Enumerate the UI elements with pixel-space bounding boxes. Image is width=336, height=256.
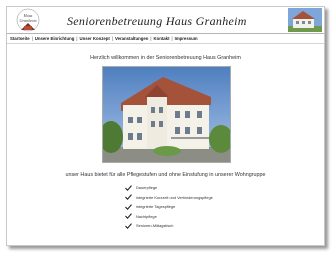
feature-list: Dauerpflege integrierte Kurzzeit und Ver…: [125, 183, 213, 231]
checkmark-icon: [125, 184, 132, 191]
page-frame: Haus Granheim Seniorenbetreuung Haus Gra…: [6, 6, 325, 246]
site-title: Seniorenbetreuung Haus Granheim: [67, 14, 247, 28]
feature-label: Dauerpflege: [136, 185, 158, 191]
nav-item-startseite[interactable]: Startseite: [10, 36, 30, 41]
list-item: integrierte Tagespflege: [125, 202, 213, 212]
feature-label: integrierte Kurzzeit und Verhinderungspf…: [136, 194, 213, 200]
svg-text:Granheim: Granheim: [20, 18, 37, 23]
list-item: Nachtpflege: [125, 212, 213, 222]
site-header: Haus Granheim Seniorenbetreuung Haus Gra…: [7, 7, 324, 34]
checkmark-icon: [125, 194, 132, 201]
haus-granheim-logo[interactable]: Haus Granheim: [11, 8, 45, 32]
list-item: integrierte Kurzzeit und Verhinderungspf…: [125, 193, 213, 203]
feature-label: Nachtpflege: [136, 213, 157, 219]
main-navigation: Startseite | Unsere Einrichtung | Unser …: [7, 34, 324, 44]
welcome-text: Herzlich willkommen in der Seniorenbetre…: [90, 55, 241, 61]
tagline-text: unser Haus bietet für alle Pflegestufen …: [65, 172, 266, 178]
house-thumbnail-image: [288, 8, 322, 32]
nav-item-veranstaltungen[interactable]: Veranstaltungen: [115, 36, 148, 41]
list-item: Dauerpflege: [125, 183, 213, 193]
feature-label: Senioren-Mittagstisch: [136, 223, 174, 229]
list-item: Senioren-Mittagstisch: [125, 221, 213, 231]
house-photo: [102, 66, 231, 163]
nav-item-impressum[interactable]: Impressum: [175, 36, 198, 41]
feature-label: integrierte Tagespflege: [136, 204, 176, 210]
checkmark-icon: [125, 222, 132, 229]
checkmark-icon: [125, 213, 132, 220]
nav-item-kontakt[interactable]: Kontakt: [154, 36, 170, 41]
nav-item-unser-konzept[interactable]: Unser Konzept: [79, 36, 109, 41]
checkmark-icon: [125, 203, 132, 210]
nav-item-unsere-einrichtung[interactable]: Unsere Einrichtung: [35, 36, 75, 41]
